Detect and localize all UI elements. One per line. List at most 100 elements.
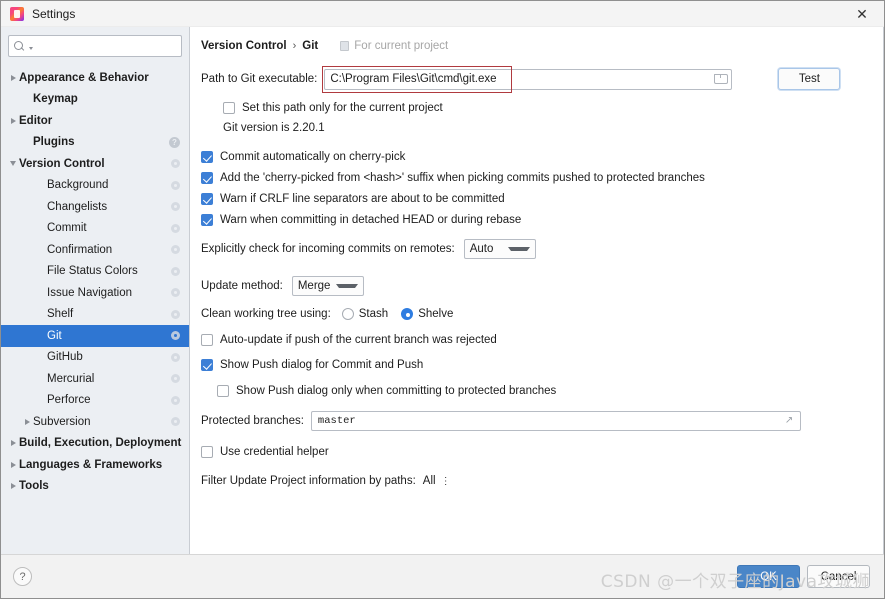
chevron-right-icon[interactable] [21, 419, 33, 425]
sidebar-item-languages-frameworks[interactable]: Languages & Frameworks [1, 454, 189, 476]
set-path-only-row[interactable]: Set this path only for the current proje… [223, 97, 869, 118]
gear-icon[interactable] [171, 266, 180, 276]
show-push-label: Show Push dialog for Commit and Push [220, 358, 424, 371]
show-push-checkbox[interactable] [201, 358, 213, 371]
help-icon[interactable]: ? [169, 136, 180, 148]
credential-helper-row[interactable]: Use credential helper [201, 441, 869, 462]
gear-icon[interactable] [171, 159, 180, 169]
settings-sidebar: Appearance & Behavior Keymap Editor Plugins… [1, 27, 190, 554]
sidebar-item-commit[interactable]: Commit [1, 218, 189, 240]
sidebar-item-github[interactable]: GitHub [1, 347, 189, 369]
git-option-row[interactable]: Warn if CRLF line separators are about t… [201, 188, 869, 209]
folder-icon[interactable] [714, 73, 729, 84]
git-option-checkbox[interactable] [201, 150, 213, 163]
breadcrumb-current: Git [302, 40, 319, 52]
gear-icon[interactable] [171, 288, 180, 298]
update-method-select[interactable]: Merge [291, 276, 364, 296]
breadcrumb-separator-icon: › [292, 40, 297, 52]
chevron-down-icon[interactable] [7, 161, 19, 166]
auto-update-checkbox[interactable] [201, 333, 213, 346]
gear-icon[interactable] [171, 223, 180, 233]
credential-helper-checkbox[interactable] [201, 445, 213, 458]
filter-paths-value[interactable]: All [423, 475, 436, 487]
chevron-right-icon[interactable] [7, 462, 19, 468]
chevron-right-icon[interactable] [7, 118, 19, 124]
gear-icon[interactable] [171, 352, 180, 362]
breadcrumb-parent[interactable]: Version Control [201, 40, 287, 52]
search-box[interactable] [8, 35, 182, 57]
chevron-right-icon[interactable] [7, 440, 19, 446]
set-path-only-checkbox[interactable] [223, 101, 235, 114]
gear-icon[interactable] [171, 180, 180, 190]
gear-icon[interactable] [171, 417, 180, 427]
sidebar-item-confirmation[interactable]: Confirmation [1, 239, 189, 261]
sidebar-item-plugins[interactable]: Plugins? [1, 132, 189, 154]
git-option-checkbox[interactable] [201, 213, 213, 226]
expand-icon[interactable]: ↗ [785, 416, 795, 426]
chevron-right-icon[interactable] [7, 75, 19, 81]
git-option-checkbox[interactable] [201, 171, 213, 184]
auto-update-row[interactable]: Auto-update if push of the current branc… [201, 329, 869, 350]
protected-branches-row: Protected branches: ↗ [201, 410, 869, 432]
git-option-row[interactable]: Commit automatically on cherry-pick [201, 146, 869, 167]
sidebar-item-build-execution-deployment[interactable]: Build, Execution, Deployment [1, 433, 189, 455]
gear-icon[interactable] [171, 245, 180, 255]
sidebar-item-issue-navigation[interactable]: Issue Navigation [1, 282, 189, 304]
gear-icon[interactable] [171, 331, 180, 341]
sidebar-item-shelf[interactable]: Shelf [1, 304, 189, 326]
radio-shelve[interactable] [401, 308, 414, 320]
stepper-icon[interactable]: ⋮ [441, 476, 451, 487]
sidebar-item-subversion[interactable]: Subversion [1, 411, 189, 433]
incoming-commits-select[interactable]: Auto [463, 239, 536, 259]
git-executable-row: Path to Git executable: Test [201, 65, 869, 93]
git-version-label: Git version is 2.20.1 [223, 122, 325, 134]
search-input[interactable] [33, 40, 176, 52]
gear-icon[interactable] [171, 202, 180, 212]
close-icon[interactable]: ✕ [840, 1, 884, 27]
search-icon [14, 40, 25, 52]
protected-branches-input[interactable] [317, 415, 780, 427]
sidebar-item-label: Perforce [47, 394, 91, 407]
sidebar-item-git[interactable]: Git [1, 325, 189, 347]
sidebar-item-version-control[interactable]: Version Control [1, 153, 189, 175]
cancel-button[interactable]: Cancel [807, 565, 870, 588]
radio-stash-label: Stash [358, 308, 389, 320]
show-push-protected-row[interactable]: Show Push dialog only when committing to… [217, 380, 869, 401]
sidebar-item-label: Shelf [47, 308, 74, 321]
path-to-git-field[interactable] [324, 68, 733, 90]
show-push-protected-label: Show Push dialog only when committing to… [236, 384, 557, 397]
path-to-git-label: Path to Git executable: [201, 73, 318, 85]
sidebar-item-label: Languages & Frameworks [19, 458, 163, 471]
help-icon[interactable]: ? [13, 567, 32, 586]
sidebar-item-label: Mercurial [47, 372, 95, 385]
sidebar-item-label: Tools [19, 480, 49, 493]
sidebar-item-appearance-behavior[interactable]: Appearance & Behavior [1, 67, 189, 89]
ok-button[interactable]: OK [737, 565, 800, 588]
git-option-row[interactable]: Warn when committing in detached HEAD or… [201, 209, 869, 230]
sidebar-item-background[interactable]: Background [1, 175, 189, 197]
incoming-commits-value: Auto [469, 243, 494, 255]
sidebar-item-keymap[interactable]: Keymap [1, 89, 189, 111]
filter-paths-row: Filter Update Project information by pat… [201, 471, 869, 491]
sidebar-item-changelists[interactable]: Changelists [1, 196, 189, 218]
sidebar-item-file-status-colors[interactable]: File Status Colors [1, 261, 189, 283]
show-push-row[interactable]: Show Push dialog for Commit and Push [201, 354, 869, 375]
git-option-checkbox[interactable] [201, 192, 213, 205]
show-push-protected-checkbox[interactable] [217, 384, 229, 397]
git-option-row[interactable]: Add the 'cherry-picked from <hash>' suff… [201, 167, 869, 188]
radio-stash[interactable] [341, 308, 354, 320]
title-bar: Settings ✕ [1, 1, 884, 27]
gear-icon[interactable] [171, 395, 180, 405]
sidebar-item-mercurial[interactable]: Mercurial [1, 368, 189, 390]
test-button[interactable]: Test [778, 68, 841, 90]
sidebar-item-tools[interactable]: Tools [1, 476, 189, 498]
path-to-git-input[interactable] [330, 73, 710, 85]
sidebar-item-perforce[interactable]: Perforce [1, 390, 189, 412]
chevron-right-icon[interactable] [7, 483, 19, 489]
sidebar-item-editor[interactable]: Editor [1, 110, 189, 132]
gear-icon[interactable] [171, 374, 180, 384]
sidebar-item-label: Build, Execution, Deployment [19, 437, 182, 450]
gear-icon[interactable] [171, 309, 180, 319]
sidebar-item-label: Issue Navigation [47, 286, 133, 299]
protected-branches-field[interactable]: ↗ [310, 411, 801, 431]
